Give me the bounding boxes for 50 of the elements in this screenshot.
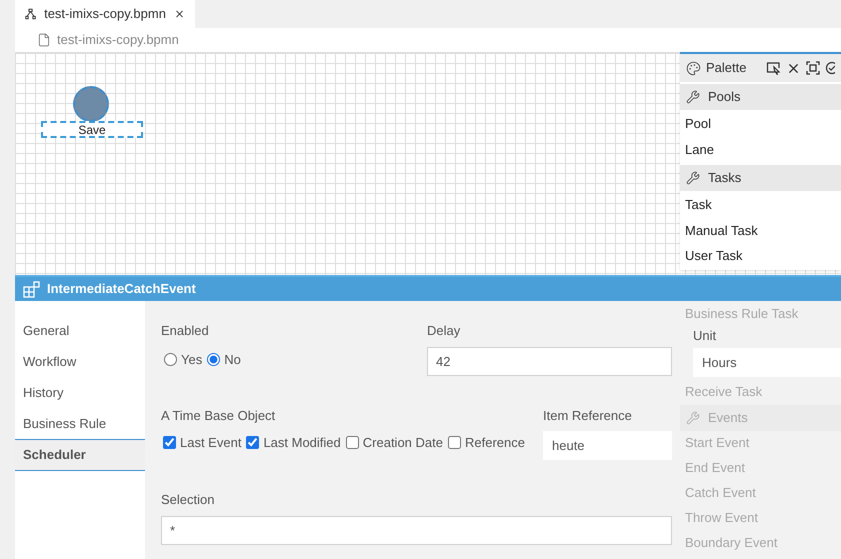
field-label: Selection — [161, 491, 216, 509]
select-tool-icon[interactable] — [766, 60, 781, 76]
field-label: Delay — [427, 322, 462, 340]
diagram-icon — [25, 7, 36, 21]
checkbox[interactable] — [448, 436, 461, 450]
palette-group-title: Events — [708, 408, 748, 427]
nav-tab[interactable]: Scheduler — [15, 439, 145, 471]
field-label: A Time Base Object — [161, 406, 276, 425]
checkbox-label: Reference — [464, 434, 525, 452]
checkbox-label: Last Modified — [263, 434, 341, 452]
file-icon — [37, 33, 51, 47]
radio-button[interactable] — [207, 352, 220, 366]
checkbox[interactable] — [163, 436, 176, 450]
nav-tab[interactable]: Business Rule — [15, 408, 145, 439]
palette-item[interactable]: User Task — [680, 243, 841, 268]
breadcrumb-file[interactable]: test-imixs-copy.bpmn — [57, 30, 179, 50]
palette-item[interactable]: Task — [680, 192, 841, 218]
checkbox-label: Creation Date — [362, 434, 443, 452]
nav-tab[interactable]: Workflow — [15, 346, 145, 377]
wrench-icon — [686, 171, 700, 185]
wrench-icon — [686, 410, 700, 424]
palette-item[interactable]: Manual Task — [680, 218, 841, 243]
tab-title: test-imixs-copy.bpmn — [44, 5, 166, 24]
palette-item[interactable]: Pool — [680, 111, 841, 136]
selection-field[interactable]: * — [161, 516, 672, 544]
properties-title: IntermediateCatchEvent — [47, 280, 196, 298]
item-reference-field[interactable]: heute — [543, 431, 672, 460]
radio-label: No — [224, 350, 241, 368]
radio-button[interactable] — [164, 352, 177, 366]
palette-item[interactable]: Lane — [680, 136, 841, 162]
field-label: Enabled — [161, 322, 210, 340]
delay-field[interactable]: 42 — [427, 346, 672, 376]
field-label: Item Reference — [543, 406, 633, 424]
unit-field[interactable]: Hours — [693, 348, 841, 376]
nav-tab[interactable]: History — [15, 377, 145, 408]
event-label[interactable]: Save — [41, 121, 143, 138]
field-label: Unit — [693, 327, 718, 345]
radio-label: Yes — [181, 350, 202, 368]
checkbox[interactable] — [246, 436, 260, 450]
palette-icon — [686, 60, 701, 76]
fit-view-icon[interactable] — [806, 61, 820, 75]
checkbox-label: Last Event — [180, 434, 242, 452]
palette-group-title: Pools — [708, 88, 741, 106]
editor-tab[interactable]: test-imixs-copy.bpmn — [15, 0, 195, 28]
palette-group-title: Tasks — [708, 169, 742, 188]
nav-tab[interactable]: General — [15, 315, 145, 346]
layout-icon — [23, 280, 40, 298]
checkbox[interactable] — [346, 436, 359, 450]
wrench-icon — [686, 90, 700, 104]
palette-title: Palette — [706, 59, 746, 78]
